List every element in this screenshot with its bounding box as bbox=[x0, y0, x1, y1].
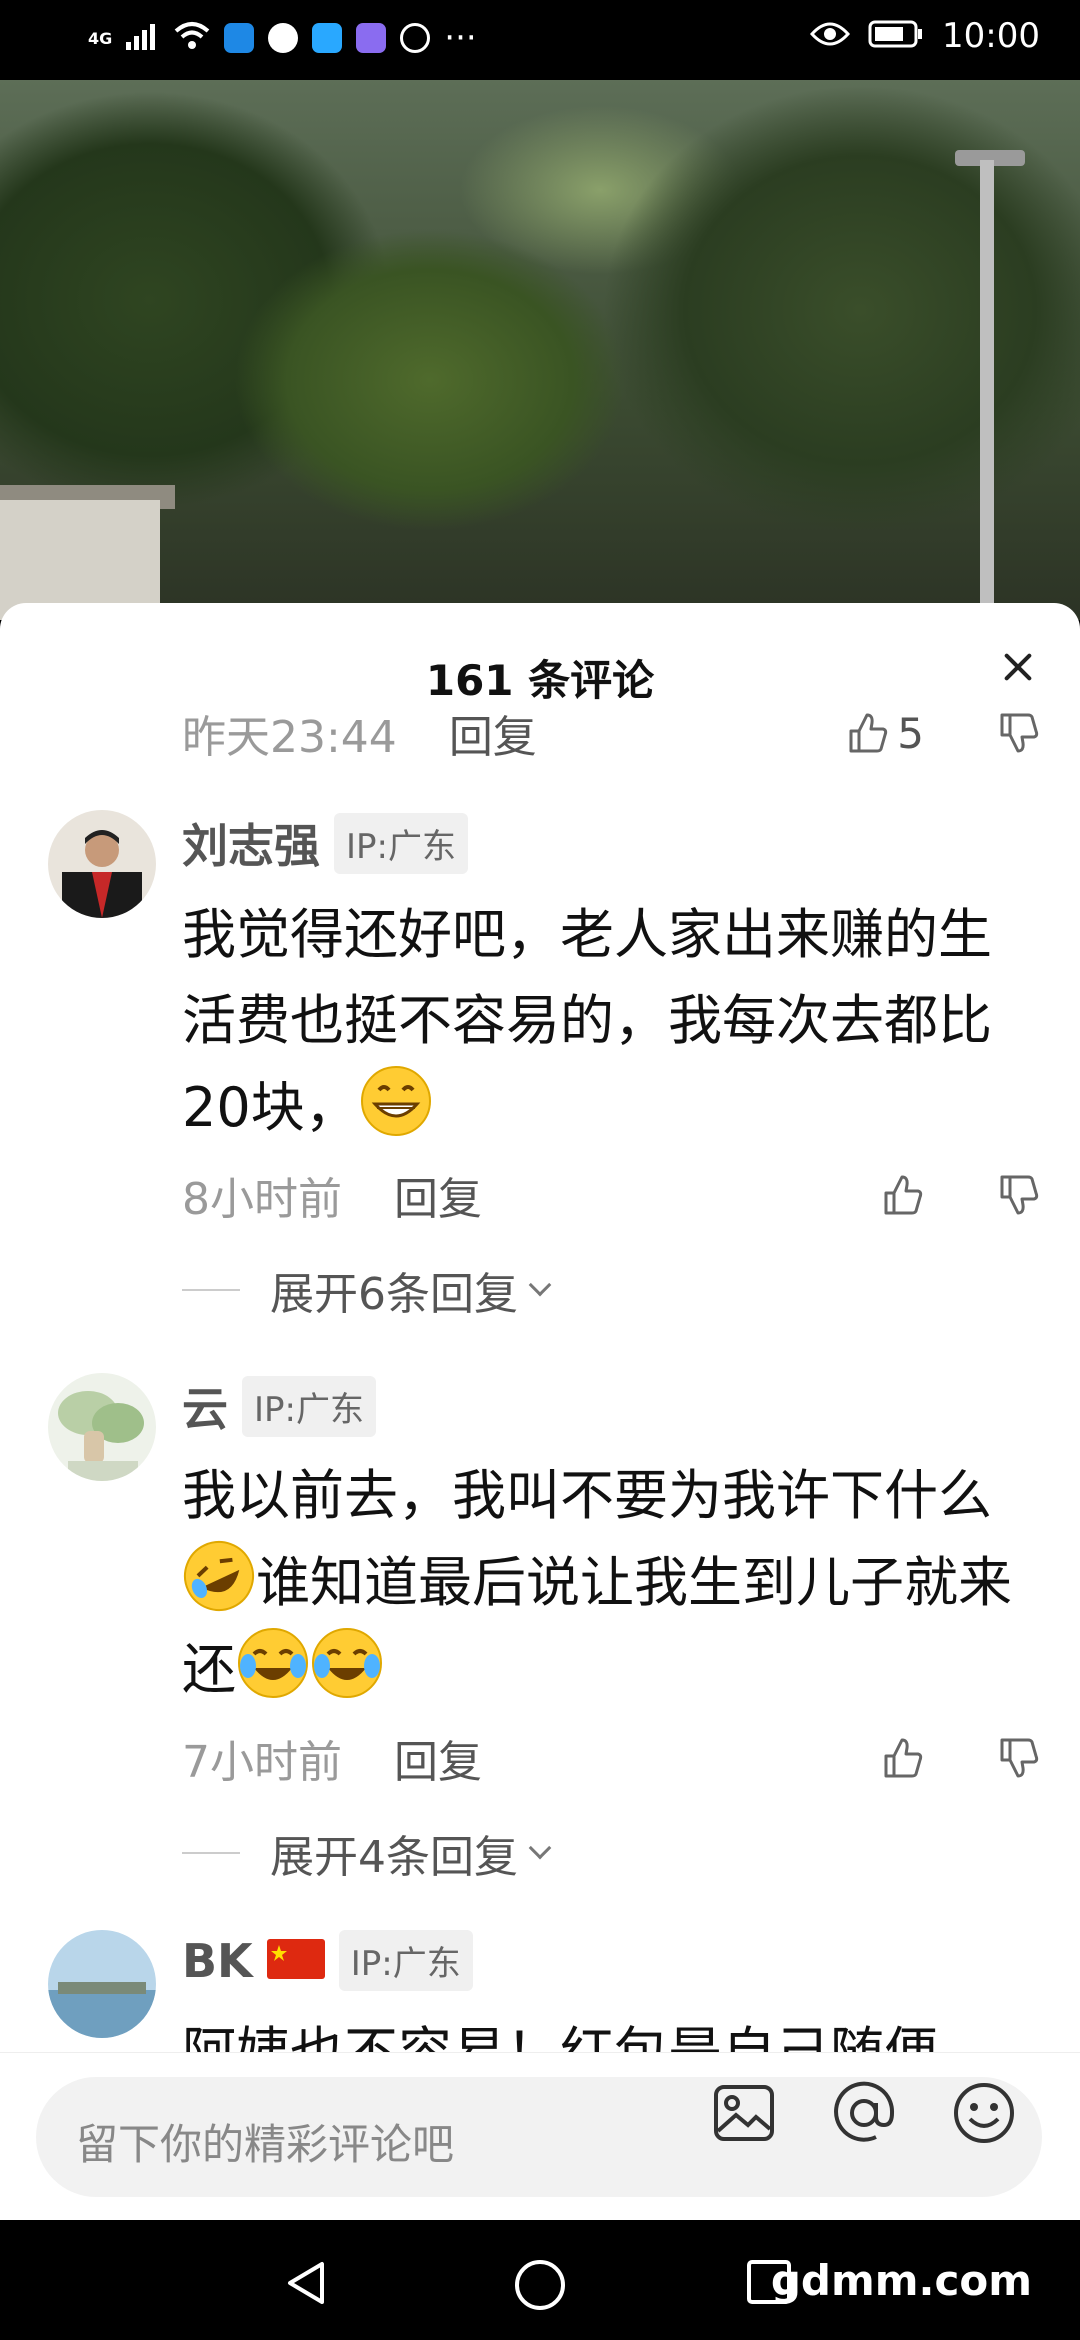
avatar[interactable] bbox=[48, 1373, 156, 1481]
grin-emoji-icon bbox=[359, 1064, 433, 1138]
street-lamp-pole bbox=[980, 160, 994, 620]
thumb-down-icon[interactable] bbox=[996, 1736, 1040, 1780]
comment-actions bbox=[880, 1728, 1040, 1788]
chevron-down-icon bbox=[528, 1836, 552, 1860]
comment-count-title: 161 条评论 bbox=[425, 656, 655, 705]
signal-icon bbox=[126, 22, 160, 54]
reply-button[interactable]: 回复 bbox=[394, 1163, 482, 1227]
watermark: gdmm.com bbox=[770, 2256, 1032, 2305]
username-row: 刘志强 IP:广东 bbox=[182, 810, 468, 876]
status-bar: 4G ··· 10:00 bbox=[0, 0, 1080, 80]
tears-of-joy-emoji-icon bbox=[310, 1626, 384, 1700]
username[interactable]: 刘志强 bbox=[182, 810, 320, 876]
username[interactable]: 云 bbox=[182, 1373, 228, 1439]
expand-replies-label: 展开6条回复 bbox=[270, 1269, 518, 1320]
video-background[interactable] bbox=[0, 80, 1080, 620]
app-notification-icon bbox=[224, 23, 255, 53]
username[interactable]: BK bbox=[182, 1934, 253, 1988]
comment-meta: 7小时前 回复 bbox=[182, 1728, 1040, 1788]
comment-time: 昨天23:44 bbox=[182, 712, 397, 763]
previous-comment-meta: 昨天23:44 回复 5 bbox=[182, 703, 1040, 763]
comment-text: 我觉得还好吧，老人家出来赚的生活费也挺不容易的，我每次去都比20块， bbox=[182, 892, 1032, 1151]
home-icon[interactable] bbox=[513, 2258, 567, 2316]
ip-badge: IP:广东 bbox=[334, 812, 468, 874]
wechat-icon bbox=[400, 23, 431, 53]
tears-of-joy-emoji-icon bbox=[236, 1626, 310, 1700]
app-notification-icon bbox=[268, 23, 299, 53]
app-notification-icon bbox=[312, 23, 343, 53]
thumb-up-icon[interactable] bbox=[880, 1173, 924, 1217]
rofl-emoji-icon bbox=[182, 1539, 256, 1613]
image-icon[interactable] bbox=[710, 2079, 778, 2147]
comment-text-part: 我以前去，我叫不要为我许下什么 bbox=[182, 1464, 992, 1527]
comment-input-bar: 留下你的精彩评论吧 bbox=[0, 2052, 1080, 2220]
battery-icon bbox=[868, 19, 924, 53]
comment-sheet: 161 条评论 昨天23:44 回复 5 刘志强 IP:广东 我觉得还好吧，老人… bbox=[0, 603, 1080, 2220]
more-notifications-icon: ··· bbox=[444, 18, 477, 58]
close-icon[interactable] bbox=[990, 639, 1046, 695]
expand-replies-button[interactable]: 展开4条回复 bbox=[182, 1823, 552, 1883]
comment-actions: 5 bbox=[845, 703, 1040, 763]
thumb-down-icon[interactable] bbox=[996, 711, 1040, 755]
reply-button[interactable]: 回复 bbox=[394, 1726, 482, 1790]
wifi-icon bbox=[174, 21, 210, 55]
network-type: 4G bbox=[88, 28, 113, 48]
divider-line bbox=[182, 1852, 240, 1854]
username-row: BK IP:广东 bbox=[182, 1930, 473, 1991]
navigation-bar: gdmm.com bbox=[0, 2220, 1080, 2340]
app-notification-icon bbox=[356, 23, 387, 53]
thumb-down-icon[interactable] bbox=[996, 1173, 1040, 1217]
comment-input-placeholder: 留下你的精彩评论吧 bbox=[76, 2120, 455, 2169]
back-icon[interactable] bbox=[282, 2258, 332, 2312]
username-row: 云 IP:广东 bbox=[182, 1373, 376, 1439]
comment-text: 我以前去，我叫不要为我许下什么谁知道最后说让我生到儿子就来还 bbox=[182, 1453, 1032, 1713]
comment-time: 8小时前 bbox=[182, 1174, 342, 1225]
building bbox=[0, 500, 160, 620]
avatar[interactable] bbox=[48, 1930, 156, 2038]
ip-badge: IP:广东 bbox=[242, 1375, 376, 1437]
ip-badge: IP:广东 bbox=[338, 1930, 473, 1991]
reply-button[interactable]: 回复 bbox=[449, 701, 537, 765]
expand-replies-label: 展开4条回复 bbox=[270, 1832, 518, 1883]
eye-icon bbox=[809, 20, 851, 52]
at-icon[interactable] bbox=[830, 2079, 898, 2147]
comment-meta: 8小时前 回复 bbox=[182, 1165, 1040, 1225]
status-left: 4G ··· bbox=[88, 18, 477, 58]
expand-replies-button[interactable]: 展开6条回复 bbox=[182, 1260, 552, 1320]
emoji-icon[interactable] bbox=[950, 2079, 1018, 2147]
divider-line bbox=[182, 1289, 240, 1291]
avatar[interactable] bbox=[48, 810, 156, 918]
comment-text-content: 我觉得还好吧，老人家出来赚的生活费也挺不容易的，我每次去都比20块， bbox=[182, 903, 992, 1139]
clock: 10:00 bbox=[942, 16, 1040, 56]
comment-actions bbox=[880, 1165, 1040, 1225]
thumb-up-icon[interactable] bbox=[845, 711, 889, 755]
status-right: 10:00 bbox=[809, 16, 1040, 56]
chevron-down-icon bbox=[528, 1273, 552, 1297]
like-count: 5 bbox=[897, 708, 924, 758]
china-flag-icon bbox=[266, 1938, 325, 1983]
thumb-up-icon[interactable] bbox=[880, 1736, 924, 1780]
comment-time: 7小时前 bbox=[182, 1737, 342, 1788]
